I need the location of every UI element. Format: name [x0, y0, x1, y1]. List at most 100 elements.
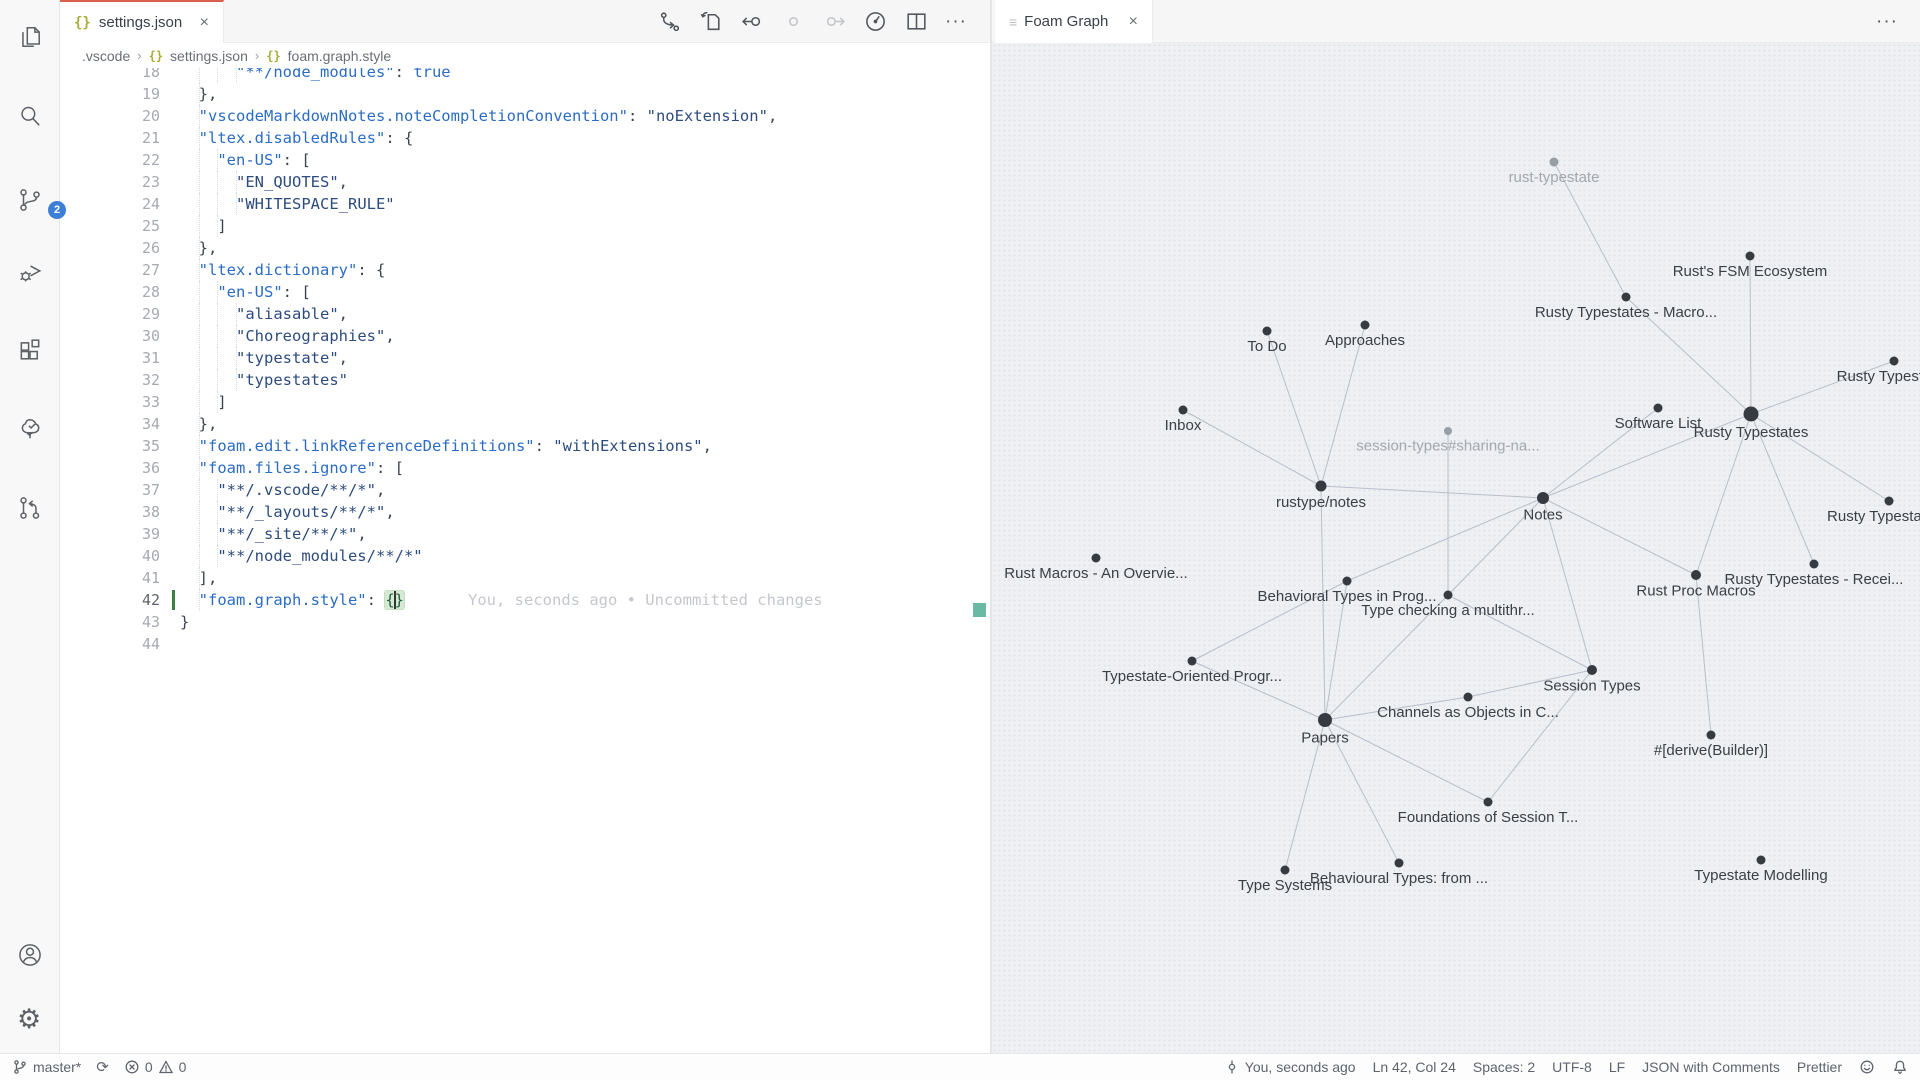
extensions-icon[interactable]: [17, 338, 43, 364]
code-line[interactable]: 43}: [60, 611, 990, 633]
graph-node-label[interactable]: Rusty Typestates: [1837, 368, 1920, 385]
code-line[interactable]: 31 "typestate",: [60, 347, 990, 369]
graph-node[interactable]: [1744, 407, 1759, 422]
branch-status[interactable]: master*: [12, 1059, 81, 1075]
code-line[interactable]: 23 "EN_QUOTES",: [60, 171, 990, 193]
graph-node-label[interactable]: Rusty Typestates - Macro...: [1535, 304, 1717, 321]
split-editor-icon[interactable]: [904, 9, 929, 34]
code-line[interactable]: 36 "foam.files.ignore": [: [60, 457, 990, 479]
graph-node-label[interactable]: Typestate-Oriented Progr...: [1102, 668, 1282, 685]
code-line[interactable]: 33 ]: [60, 391, 990, 413]
search-icon[interactable]: [17, 103, 43, 129]
code-line[interactable]: 18 "**/node_modules": true: [60, 68, 990, 83]
graph-node[interactable]: [1361, 321, 1370, 330]
graph-node-label[interactable]: Behavioural Types: from ...: [1310, 870, 1488, 887]
code-line[interactable]: 22 "en-US": [: [60, 149, 990, 171]
code-line[interactable]: 41 ],: [60, 567, 990, 589]
graph-node-label[interactable]: Foundations of Session T...: [1398, 809, 1579, 826]
graph-node-label[interactable]: rustype/notes: [1276, 494, 1366, 511]
graph-node[interactable]: [1550, 158, 1559, 167]
graph-canvas[interactable]: rust-typestate Rust's FSM Ecosystem Rusty …: [992, 43, 1920, 1053]
graph-node[interactable]: [1890, 357, 1899, 366]
code-editor[interactable]: 18 "**/node_modules": true19 },20 "vscod…: [60, 68, 990, 1053]
feedback-icon[interactable]: [1859, 1059, 1875, 1075]
graph-node[interactable]: [1092, 554, 1101, 563]
open-file-icon[interactable]: [699, 9, 724, 34]
graph-node[interactable]: [1343, 577, 1352, 586]
code-line[interactable]: 29 "aliasable",: [60, 303, 990, 325]
graph-node[interactable]: [1707, 731, 1716, 740]
code-line[interactable]: 25 ]: [60, 215, 990, 237]
graph-node[interactable]: [1484, 798, 1493, 807]
graph-node[interactable]: [1316, 481, 1327, 492]
code-line[interactable]: 37 "**/.vscode/**/*",: [60, 479, 990, 501]
graph-node[interactable]: [1318, 713, 1332, 727]
graph-node-label[interactable]: Approaches: [1325, 332, 1405, 349]
source-control-icon[interactable]: 2: [17, 187, 43, 213]
graph-node-label[interactable]: Rust's FSM Ecosystem: [1673, 263, 1828, 280]
formatter-status[interactable]: Prettier: [1797, 1059, 1842, 1075]
graph-node-label[interactable]: Software List: [1615, 415, 1703, 432]
graph-node-label[interactable]: Rust Macros - An Overvie...: [1004, 565, 1187, 582]
graph-node[interactable]: [1444, 591, 1453, 600]
graph-node-label[interactable]: Notes: [1523, 507, 1562, 524]
gitlens-icon[interactable]: [17, 495, 43, 521]
sync-status[interactable]: ⟳: [96, 1058, 109, 1076]
more-actions-icon[interactable]: ···: [1876, 9, 1898, 34]
code-line[interactable]: 30 "Choreographies",: [60, 325, 990, 347]
graph-node[interactable]: [1188, 657, 1197, 666]
graph-node-label[interactable]: Channels as Objects in C...: [1377, 704, 1559, 721]
code-line[interactable]: 20 "vscodeMarkdownNotes.noteCompletionCo…: [60, 105, 990, 127]
graph-node-label[interactable]: Rust Proc Macros: [1636, 583, 1755, 600]
timeline-icon[interactable]: [863, 9, 888, 34]
graph-node-label[interactable]: rust-typestate: [1509, 169, 1600, 186]
code-line[interactable]: 19 },: [60, 83, 990, 105]
graph-node[interactable]: [1746, 252, 1755, 261]
graph-node-label[interactable]: To Do: [1247, 338, 1286, 355]
explorer-icon[interactable]: [17, 24, 43, 50]
code-line[interactable]: 26 },: [60, 237, 990, 259]
graph-node[interactable]: [1281, 866, 1290, 875]
next-change-icon[interactable]: [822, 9, 847, 34]
graph-node[interactable]: [1654, 404, 1663, 413]
blame-status[interactable]: You, seconds ago: [1224, 1059, 1356, 1075]
code-line[interactable]: 40 "**/node_modules/**/*": [60, 545, 990, 567]
code-line[interactable]: 32 "typestates": [60, 369, 990, 391]
encoding-status[interactable]: UTF-8: [1552, 1059, 1592, 1075]
graph-node-label[interactable]: Papers: [1301, 730, 1349, 747]
open-changes-icon[interactable]: [658, 9, 683, 34]
graph-node[interactable]: [1464, 693, 1473, 702]
code-line[interactable]: 42 "foam.graph.style": {}You, seconds ag…: [60, 589, 990, 611]
change-dot-icon[interactable]: [781, 9, 806, 34]
tab-foam-graph[interactable]: ≡ Foam Graph ×: [995, 0, 1153, 43]
graph-node[interactable]: [1395, 859, 1404, 868]
run-debug-icon[interactable]: [17, 259, 43, 285]
settings-gear-icon[interactable]: ⚙: [17, 1006, 43, 1032]
breadcrumb-file[interactable]: settings.json: [170, 48, 248, 64]
graph-node-label[interactable]: #[derive(Builder)]: [1654, 742, 1768, 759]
cursor-position[interactable]: Ln 42, Col 24: [1373, 1059, 1456, 1075]
close-icon[interactable]: ×: [1129, 14, 1138, 30]
graph-node[interactable]: [1179, 406, 1188, 415]
breadcrumb-folder[interactable]: .vscode: [82, 48, 130, 64]
code-line[interactable]: 34 },: [60, 413, 990, 435]
breadcrumb-symbol[interactable]: foam.graph.style: [288, 48, 392, 64]
graph-node[interactable]: [1622, 293, 1631, 302]
code-line[interactable]: 27 "ltex.dictionary": {: [60, 259, 990, 281]
code-line[interactable]: 24 "WHITESPACE_RULE": [60, 193, 990, 215]
eol-status[interactable]: LF: [1609, 1059, 1625, 1075]
previous-change-icon[interactable]: [740, 9, 765, 34]
graph-node[interactable]: [1885, 497, 1894, 506]
graph-node[interactable]: [1444, 427, 1452, 435]
graph-node[interactable]: [1537, 492, 1549, 504]
graph-node[interactable]: [1691, 570, 1701, 580]
graph-node-label[interactable]: Typestate Modelling: [1694, 867, 1827, 884]
graph-node[interactable]: [1810, 560, 1819, 569]
code-line[interactable]: 35 "foam.edit.linkReferenceDefinitions":…: [60, 435, 990, 457]
graph-node-label[interactable]: Rusty Typestates -: [1827, 508, 1920, 525]
graph-node-label[interactable]: Inbox: [1165, 417, 1202, 434]
code-line[interactable]: 38 "**/_layouts/**/*",: [60, 501, 990, 523]
graph-node-label[interactable]: Session Types: [1543, 678, 1640, 695]
indentation-status[interactable]: Spaces: 2: [1473, 1059, 1535, 1075]
graph-node-label[interactable]: Type checking a multithr...: [1361, 602, 1534, 619]
